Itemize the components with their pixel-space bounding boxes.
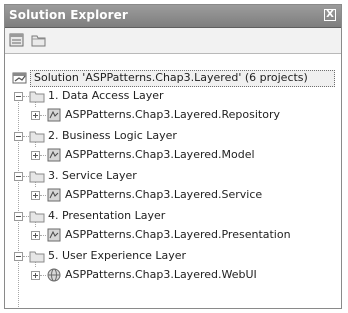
solution-explorer-panel: Solution Explorer X Solution 'ASPPattern…: [4, 4, 342, 309]
properties-icon: [9, 33, 24, 47]
solution-tree: Solution 'ASPPatterns.Chap3.Layered' (6 …: [5, 53, 341, 308]
collapse-toggle[interactable]: [14, 212, 23, 221]
folder-icon: [29, 171, 45, 183]
collapse-toggle[interactable]: [14, 252, 23, 261]
folder-icon: [29, 91, 45, 103]
tree-row-folder[interactable]: 2. Business Logic Layer: [5, 128, 339, 144]
folder-label: 4. Presentation Layer: [48, 209, 166, 222]
project-label: ASPPatterns.Chap3.Layered.Model: [65, 148, 255, 161]
project-label: ASPPatterns.Chap3.Layered.Presentation: [65, 228, 291, 241]
expand-toggle[interactable]: [31, 191, 40, 200]
tree-row-solution[interactable]: Solution 'ASPPatterns.Chap3.Layered' (6 …: [5, 70, 339, 87]
folder-label: 2. Business Logic Layer: [48, 129, 177, 142]
tree-row-folder[interactable]: 1. Data Access Layer: [5, 88, 339, 104]
tree-row-project[interactable]: ASPPatterns.Chap3.Layered.Service: [5, 187, 339, 203]
show-all-files-icon: [31, 35, 46, 47]
collapse-toggle[interactable]: [14, 172, 23, 181]
collapse-toggle[interactable]: [14, 92, 23, 101]
properties-button[interactable]: [9, 33, 25, 48]
show-all-files-button[interactable]: [31, 33, 47, 48]
panel-title: Solution Explorer: [9, 8, 128, 22]
csharp-project-icon: [47, 228, 61, 242]
folder-label: 3. Service Layer: [48, 169, 137, 182]
tree-row-folder[interactable]: 5. User Experience Layer: [5, 248, 339, 264]
tree-row-project[interactable]: ASPPatterns.Chap3.Layered.Model: [5, 147, 339, 163]
expand-toggle[interactable]: [31, 271, 40, 280]
solution-label: Solution 'ASPPatterns.Chap3.Layered' (6 …: [34, 71, 308, 84]
tree-row-folder[interactable]: 4. Presentation Layer: [5, 208, 339, 224]
csharp-project-icon: [47, 108, 61, 122]
folder-icon: [29, 131, 45, 143]
folder-label: 5. User Experience Layer: [48, 249, 187, 262]
project-label: ASPPatterns.Chap3.Layered.WebUI: [65, 268, 257, 281]
expand-toggle[interactable]: [31, 111, 40, 120]
expand-toggle[interactable]: [31, 231, 40, 240]
tree-row-project[interactable]: ASPPatterns.Chap3.Layered.WebUI: [5, 267, 339, 283]
tree-row-project[interactable]: ASPPatterns.Chap3.Layered.Repository: [5, 107, 339, 123]
web-project-icon: [47, 268, 61, 282]
collapse-toggle[interactable]: [14, 132, 23, 141]
folder-icon: [29, 251, 45, 263]
project-label: ASPPatterns.Chap3.Layered.Repository: [65, 108, 280, 121]
folder-label: 1. Data Access Layer: [48, 89, 164, 102]
close-icon: X: [326, 9, 334, 20]
folder-icon: [29, 211, 45, 223]
tree-row-project[interactable]: ASPPatterns.Chap3.Layered.Presentation: [5, 227, 339, 243]
csharp-project-icon: [47, 148, 61, 162]
csharp-project-icon: [47, 188, 61, 202]
tree-row-folder[interactable]: 3. Service Layer: [5, 168, 339, 184]
solution-icon: [12, 72, 27, 84]
toolbar: [5, 28, 341, 53]
project-label: ASPPatterns.Chap3.Layered.Service: [65, 188, 263, 201]
expand-toggle[interactable]: [31, 151, 40, 160]
title-bar[interactable]: Solution Explorer X: [5, 5, 341, 28]
close-button[interactable]: X: [324, 9, 336, 21]
